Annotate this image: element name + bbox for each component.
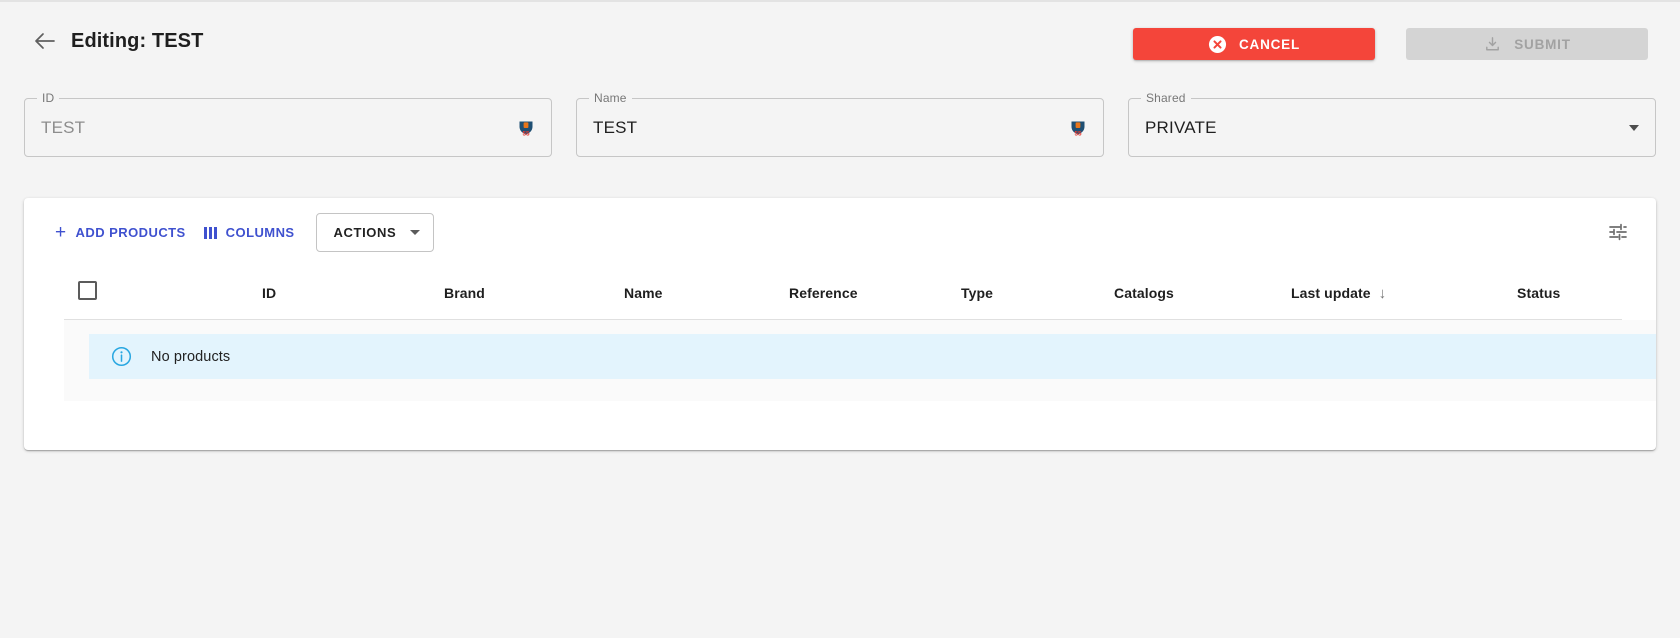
header-action-buttons: CANCEL SUBMIT xyxy=(1133,28,1648,60)
shared-select[interactable]: Shared PRIVATE xyxy=(1128,91,1656,157)
empty-state-message: No products xyxy=(151,348,231,365)
shared-select-label: Shared xyxy=(1141,91,1191,105)
page-header: Editing: TEST CANCEL SUBMIT xyxy=(0,2,1680,84)
column-header-last-update-label: Last update xyxy=(1291,285,1371,301)
submit-button-label: SUBMIT xyxy=(1514,36,1571,52)
column-header-name[interactable]: Name xyxy=(624,267,663,319)
column-header-id[interactable]: ID xyxy=(262,267,276,319)
cancel-button-label: CANCEL xyxy=(1238,36,1301,52)
empty-state-alert: No products xyxy=(89,334,1656,379)
columns-icon xyxy=(203,226,217,239)
id-field-label: ID xyxy=(37,91,60,105)
arrow-left-icon[interactable] xyxy=(33,29,57,53)
cancel-button[interactable]: CANCEL xyxy=(1133,28,1375,60)
columns-label: COLUMNS xyxy=(225,225,295,240)
column-header-last-update[interactable]: Last update ↓ xyxy=(1291,267,1386,319)
cancel-circle-icon xyxy=(1208,35,1227,54)
column-header-brand[interactable]: Brand xyxy=(444,267,485,319)
actions-label: ACTIONS xyxy=(333,225,397,240)
name-field[interactable]: Name 55 xyxy=(576,91,1104,157)
column-header-status[interactable]: Status xyxy=(1517,267,1560,319)
column-header-catalogs[interactable]: Catalogs xyxy=(1114,267,1174,319)
header-title-group: Editing: TEST xyxy=(33,29,203,53)
plus-icon: + xyxy=(55,221,67,243)
password-manager-badge-icon[interactable]: 55 xyxy=(517,119,535,137)
add-products-label: ADD PRODUCTS xyxy=(75,225,186,240)
name-input[interactable] xyxy=(593,117,1061,138)
info-circle-icon xyxy=(111,346,132,367)
columns-button[interactable]: COLUMNS xyxy=(195,217,304,248)
sort-descending-icon: ↓ xyxy=(1378,284,1387,302)
table-body: No products xyxy=(64,320,1656,401)
column-header-reference[interactable]: Reference xyxy=(789,267,858,319)
column-header-type[interactable]: Type xyxy=(961,267,993,319)
actions-button[interactable]: ACTIONS xyxy=(315,213,435,252)
shared-select-value: PRIVATE xyxy=(1145,117,1217,137)
page-title: Editing: TEST xyxy=(71,29,204,52)
add-products-button[interactable]: + ADD PRODUCTS xyxy=(46,217,195,248)
select-all-checkbox[interactable] xyxy=(78,281,97,300)
id-field[interactable]: ID 55 xyxy=(24,91,552,157)
form-fields-row: ID 55 Name 55 Shared PRIVATE xyxy=(24,91,1656,157)
id-input[interactable] xyxy=(41,117,509,138)
submit-button[interactable]: SUBMIT xyxy=(1406,28,1648,60)
svg-text:55: 55 xyxy=(1074,130,1082,137)
tune-settings-icon[interactable] xyxy=(1606,220,1630,244)
table-toolbar: + ADD PRODUCTS COLUMNS ACTIONS xyxy=(24,198,1656,267)
table-header-row: ID Brand Name Reference Type Catalogs La… xyxy=(24,267,1656,319)
chevron-down-icon[interactable] xyxy=(1629,124,1639,131)
chevron-down-icon xyxy=(410,230,421,235)
toolbar-left-group: + ADD PRODUCTS COLUMNS ACTIONS xyxy=(46,213,435,252)
save-download-icon xyxy=(1483,35,1502,54)
password-manager-badge-icon[interactable]: 55 xyxy=(1069,119,1087,137)
svg-text:55: 55 xyxy=(522,130,530,137)
name-field-label: Name xyxy=(589,91,632,105)
products-card: + ADD PRODUCTS COLUMNS ACTIONS ID Brand … xyxy=(24,198,1656,450)
